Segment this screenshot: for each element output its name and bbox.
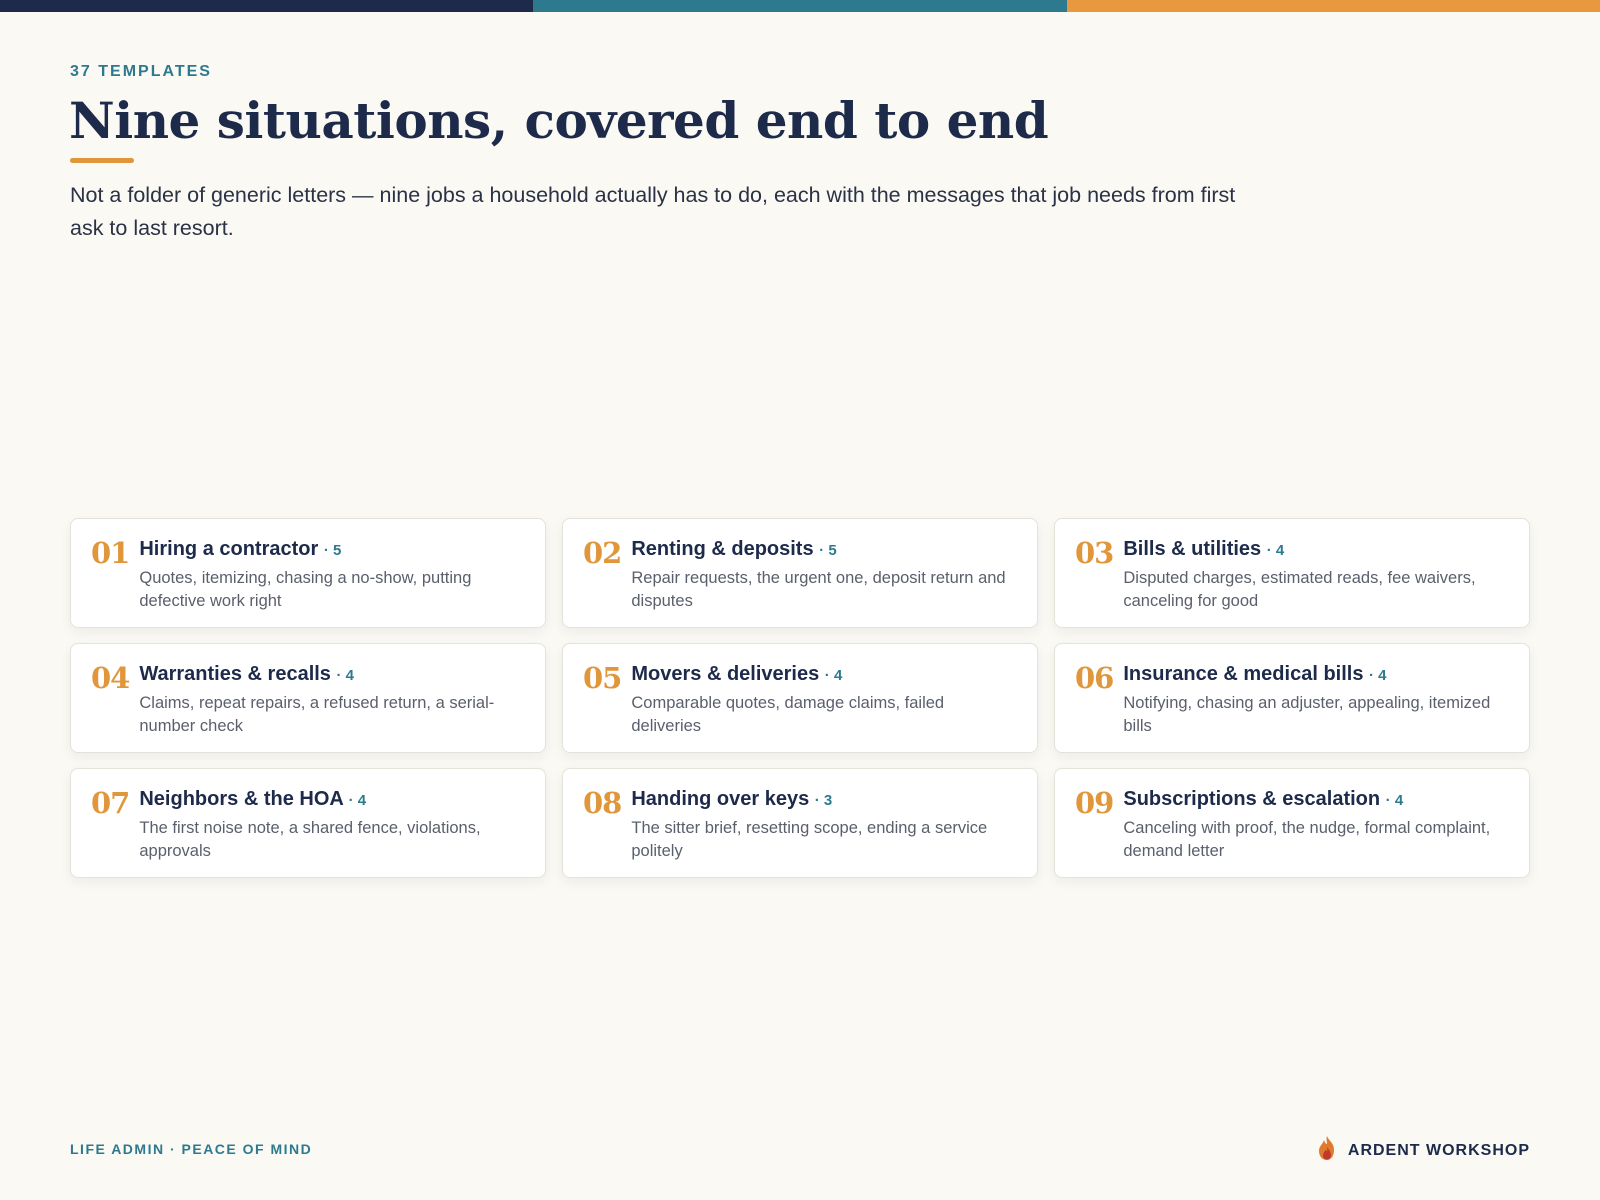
card-body: Movers & deliveries · 4 Comparable quotes… <box>631 660 1017 738</box>
card-heading: Movers & deliveries · 4 <box>631 660 1017 690</box>
card-body: Renting & deposits · 5 Repair requests, t… <box>631 535 1017 613</box>
card-description: Disputed charges, estimated reads, fee w… <box>1123 569 1476 610</box>
card-template-count: · 4 <box>1385 792 1404 809</box>
card-description: Notifying, chasing an adjuster, appealin… <box>1123 694 1491 735</box>
card-template-count: · 3 <box>814 792 833 809</box>
situation-card[interactable]: 04 Warranties & recalls · 4 Claims, repeat… <box>70 643 546 753</box>
card-body: Neighbors & the HOA · 4 The first noise n… <box>139 785 525 863</box>
card-template-count: · 4 <box>1369 667 1387 684</box>
card-template-count: · 5 <box>323 542 342 559</box>
card-title: Insurance & medical bills <box>1123 663 1364 685</box>
card-title: Hiring a contractor <box>139 538 319 560</box>
card-template-count: · 4 <box>348 792 367 809</box>
card-heading: Handing over keys · 3 <box>631 785 1017 815</box>
card-description: Claims, repeat repairs, a refused return… <box>139 694 495 735</box>
template-count-eyebrow: 37 TEMPLATES <box>70 63 212 80</box>
card-number: 01 <box>91 536 130 570</box>
card-template-count: · 5 <box>819 542 837 559</box>
card-title: Subscriptions & escalation <box>1123 788 1381 810</box>
situation-card[interactable]: 08 Handing over keys · 3 The sitter brief,… <box>562 768 1038 878</box>
card-description: Canceling with proof, the nudge, formal … <box>1123 819 1491 860</box>
top-bar-segment-teal <box>533 0 1067 12</box>
card-body: Handing over keys · 3 The sitter brief, r… <box>631 785 1017 863</box>
card-number: 05 <box>583 661 622 695</box>
situation-card[interactable]: 03 Bills & utilities · 4 Disputed charges,… <box>1054 518 1530 628</box>
card-heading: Bills & utilities · 4 <box>1123 535 1509 565</box>
situation-card[interactable]: 05 Movers & deliveries · 4 Comparable quot… <box>562 643 1038 753</box>
situation-card[interactable]: 06 Insurance & medical bills · 4 Notifying… <box>1054 643 1530 753</box>
situation-card-grid: 01 Hiring a contractor · 5 Quotes, itemizi… <box>70 518 1530 878</box>
lead-paragraph: Not a folder of generic letters — nine j… <box>70 183 1236 240</box>
card-number: 07 <box>91 786 130 820</box>
card-title: Warranties & recalls <box>139 663 331 685</box>
card-body: Subscriptions & escalation · 4 Canceling … <box>1123 785 1509 863</box>
card-title: Bills & utilities <box>1123 538 1262 560</box>
card-title: Handing over keys <box>631 788 810 810</box>
card-number: 02 <box>583 536 622 570</box>
card-body: Insurance & medical bills · 4 Notifying, … <box>1123 660 1509 738</box>
card-body: Hiring a contractor · 5 Quotes, itemizing… <box>139 535 525 613</box>
card-heading: Subscriptions & escalation · 4 <box>1123 785 1509 815</box>
card-template-count: · 4 <box>824 667 843 684</box>
card-body: Bills & utilities · 4 Disputed charges, e… <box>1123 535 1509 613</box>
card-template-count: · 4 <box>1266 542 1285 559</box>
card-description: Repair requests, the urgent one, deposit… <box>631 569 1006 610</box>
card-number: 03 <box>1075 536 1114 570</box>
page-title: Nine situations, covered end to end <box>69 91 1049 150</box>
card-body: Warranties & recalls · 4 Claims, repeat r… <box>139 660 525 738</box>
brand-name: ARDENT WORKSHOP <box>1347 1141 1530 1159</box>
card-heading: Renting & deposits · 5 <box>631 535 1017 565</box>
card-heading: Warranties & recalls · 4 <box>139 660 525 690</box>
footer-brand: ARDENT WORKSHOP <box>1316 1135 1530 1166</box>
situation-card[interactable]: 01 Hiring a contractor · 5 Quotes, itemizi… <box>70 518 546 628</box>
card-description: Comparable quotes, damage claims, failed… <box>631 694 945 735</box>
card-number: 09 <box>1075 786 1114 820</box>
card-description: The first noise note, a shared fence, vi… <box>139 819 481 860</box>
card-title: Renting & deposits <box>631 538 814 560</box>
title-underline <box>70 158 134 163</box>
card-number: 04 <box>91 661 130 695</box>
top-bar-segment-navy <box>0 0 534 12</box>
card-description: The sitter brief, resetting scope, endin… <box>631 819 988 860</box>
card-title: Neighbors & the HOA <box>139 788 344 810</box>
card-number: 06 <box>1075 661 1114 695</box>
card-template-count: · 4 <box>336 667 355 684</box>
footer-tagline: LIFE ADMIN · PEACE OF MIND <box>70 1141 313 1157</box>
card-description: Quotes, itemizing, chasing a no-show, pu… <box>139 569 472 610</box>
top-bar-segment-orange <box>1066 0 1600 12</box>
situation-card[interactable]: 02 Renting & deposits · 5 Repair requests,… <box>562 518 1038 628</box>
card-number: 08 <box>583 786 622 820</box>
card-heading: Insurance & medical bills · 4 <box>1123 660 1509 690</box>
situation-card[interactable]: 07 Neighbors & the HOA · 4 The first noise… <box>70 768 546 878</box>
flame-icon <box>1316 1135 1338 1166</box>
card-title: Movers & deliveries <box>631 663 820 685</box>
situation-card[interactable]: 09 Subscriptions & escalation · 4 Cancelin… <box>1054 768 1530 878</box>
top-accent-bar <box>0 0 1600 12</box>
card-heading: Neighbors & the HOA · 4 <box>139 785 525 815</box>
card-heading: Hiring a contractor · 5 <box>139 535 525 565</box>
